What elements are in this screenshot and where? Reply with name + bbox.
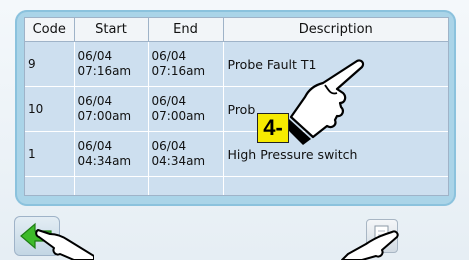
cell-start: 06/04 07:00am [74, 86, 149, 132]
cell-code: 10 [25, 86, 75, 132]
empty-cell [25, 176, 75, 195]
column-header-code: Code [25, 18, 75, 42]
pointing-hand-icon [285, 59, 365, 145]
start-time: 07:00am [77, 109, 132, 123]
cell-start: 06/04 04:34am [74, 131, 149, 177]
end-date: 06/04 [151, 94, 187, 108]
pointing-hand-icon [35, 229, 94, 260]
table-row[interactable]: 1 06/04 04:34am 06/04 04:34am High Pressur… [25, 131, 448, 177]
column-header-description: Description [223, 18, 448, 42]
cell-end: 06/04 07:16am [148, 41, 224, 87]
end-date: 06/04 [151, 49, 187, 63]
end-date: 06/04 [151, 139, 187, 153]
table-row[interactable]: 9 06/04 07:16am 06/04 07:16am Probe Fault … [25, 41, 448, 87]
alarm-log-table-container[interactable]: Code Start End Description 9 06/04 07:16a… [24, 17, 449, 196]
alarm-log-screen: Code Start End Description 9 06/04 07:16a… [0, 0, 469, 260]
step-badge: 4- [257, 113, 289, 143]
end-time: 04:34am [151, 154, 206, 168]
table-header-row: Code Start End Description [25, 18, 448, 42]
empty-cell [148, 176, 224, 195]
alarm-log-panel: Code Start End Description 9 06/04 07:16a… [15, 10, 456, 206]
empty-cell [223, 176, 448, 195]
empty-cell [74, 176, 149, 195]
pointing-hand-icon [341, 230, 399, 260]
cell-end: 06/04 07:00am [148, 86, 224, 132]
cell-start: 06/04 07:16am [74, 41, 149, 87]
start-date: 06/04 [77, 139, 113, 153]
cell-code: 9 [25, 41, 75, 87]
start-date: 06/04 [77, 94, 113, 108]
column-header-end: End [148, 18, 224, 42]
table-row-empty [25, 176, 448, 195]
cell-code: 1 [25, 131, 75, 177]
start-date: 06/04 [77, 49, 113, 63]
start-time: 04:34am [77, 154, 132, 168]
cell-end: 06/04 04:34am [148, 131, 224, 177]
start-time: 07:16am [77, 64, 132, 78]
column-header-start: Start [74, 18, 149, 42]
end-time: 07:16am [151, 64, 206, 78]
alarm-log-table: Code Start End Description 9 06/04 07:16a… [25, 18, 448, 195]
end-time: 07:00am [151, 109, 206, 123]
table-row[interactable]: 10 06/04 07:00am 06/04 07:00am Prob [25, 86, 448, 132]
